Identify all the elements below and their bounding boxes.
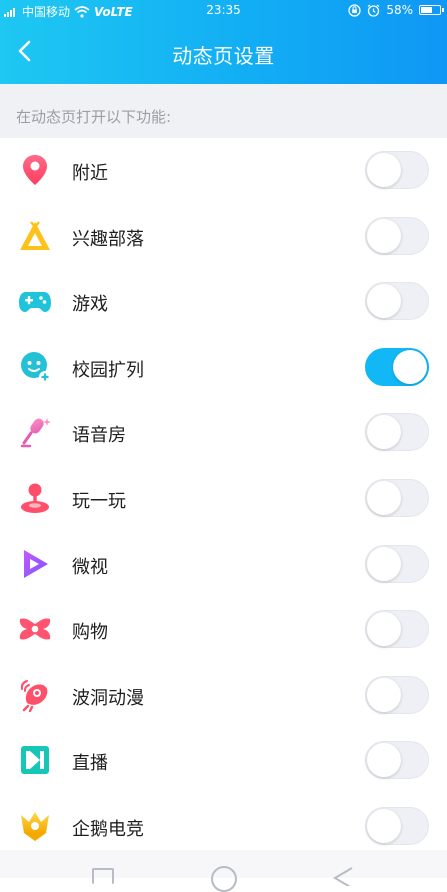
toggle-switch[interactable] [365,413,429,452]
esports-crown-icon [21,811,49,841]
back-triangle-icon[interactable] [332,866,354,886]
toggle-knob [393,349,427,384]
toggle-switch[interactable] [365,544,429,583]
item-label: 语音房 [72,425,126,447]
recent-apps-button[interactable] [92,868,114,884]
bodong-comic-icon [20,679,48,712]
campus-bubble-icon [21,351,51,383]
section-header: 在动态页打开以下功能: [0,84,447,138]
status-right: 58% [348,3,444,17]
item-label: 企鹅电竞 [72,818,144,840]
system-nav-bar [0,850,447,892]
app-header: 中国移动 VoLTE 23:35 58% 动态页设置 [0,0,447,84]
location-pin-icon [23,155,47,185]
tribe-triangle-icon [20,220,50,250]
item-label: 兴趣部落 [72,228,144,250]
toggle-switch[interactable] [365,806,429,845]
shopping-bow-icon [19,618,51,640]
toggle-switch[interactable] [365,675,429,714]
item-label: 波洞动漫 [72,687,144,709]
toggle-knob [367,415,401,450]
list-item-voice-room: 语音房 [0,400,447,466]
section-label-text: 在动态页打开以下功能: [16,108,172,126]
toggle-knob [367,218,401,253]
toggle-switch[interactable] [365,610,429,649]
toggle-knob [367,808,401,843]
item-label: 直播 [72,753,108,775]
item-label: 附近 [72,163,108,184]
list-item-campus: 校园扩列 [0,334,447,401]
item-label: 购物 [72,622,108,644]
microphone-icon [20,418,51,448]
toggle-knob [367,153,401,187]
toggle-switch[interactable] [365,478,429,517]
toggle-knob [367,284,401,319]
item-label: 玩一玩 [72,490,126,512]
toggle-knob [367,480,401,515]
toggle-knob [367,612,401,647]
alarm-icon [367,4,380,17]
page-title: 动态页设置 [172,44,275,68]
home-button[interactable] [211,866,237,892]
list-item-live: 直播 [0,728,447,794]
list-item-nearby: 附近 [0,138,447,204]
status-bar: 中国移动 VoLTE 23:35 58% [0,0,447,22]
rotation-lock-icon [348,3,361,17]
list-item-weishi: 微视 [0,531,447,598]
list-item-bodong: 波洞动漫 [0,662,447,729]
joystick-icon [21,483,49,513]
battery-icon [419,5,444,15]
toggle-switch[interactable] [365,151,429,189]
list-item-play: 玩一玩 [0,465,447,532]
list-item-shopping: 购物 [0,597,447,663]
toggle-switch[interactable] [365,347,429,386]
list-item-tribe: 兴趣部落 [0,203,447,270]
toggle-switch[interactable] [365,741,429,780]
nav-bar: 动态页设置 [0,22,447,84]
item-label: 微视 [72,556,108,578]
list-item-games: 游戏 [0,269,447,335]
gamepad-icon [19,292,51,313]
item-label: 游戏 [72,294,108,316]
weishi-play-icon [24,549,48,578]
live-n-icon [21,746,49,775]
feature-list: 附近 兴趣部落 游戏 校园扩列 语音房 玩一玩 微视 购物 波洞动漫 直播 企鹅… [0,138,447,860]
toggle-switch[interactable] [365,216,429,255]
toggle-knob [367,743,401,778]
item-label: 校园扩列 [72,359,144,381]
toggle-knob [367,677,401,712]
toggle-knob [367,546,401,581]
battery-percent: 58% [386,3,413,17]
toggle-switch[interactable] [365,282,429,321]
